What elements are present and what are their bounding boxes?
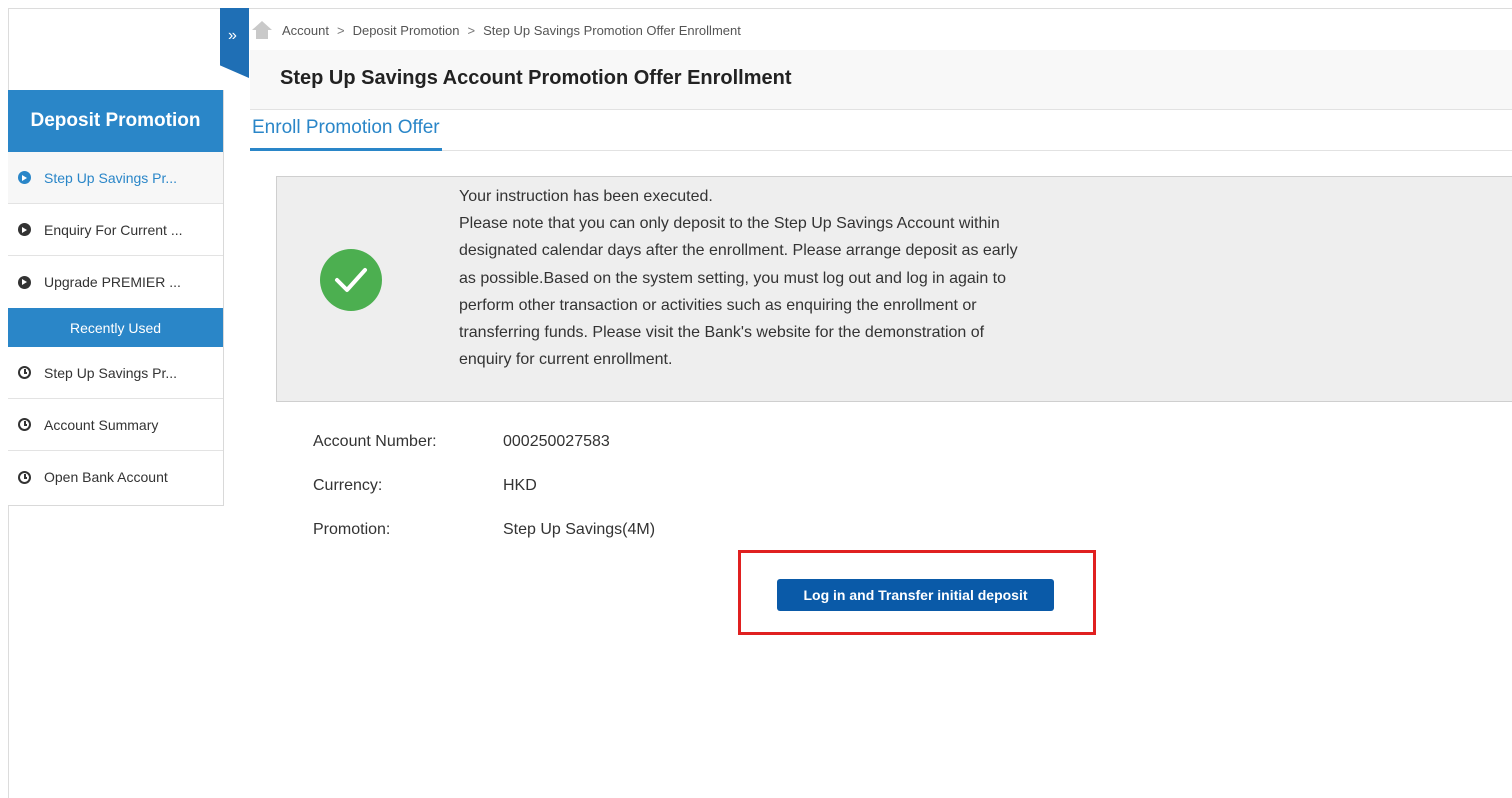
recent-item-label: Step Up Savings Pr...: [44, 364, 178, 381]
clock-icon: [18, 366, 31, 379]
sidebar-item-label: Upgrade PREMIER ...: [44, 274, 181, 290]
sidebar-item-enquiry[interactable]: Enquiry For Current ...: [8, 204, 223, 256]
enrollment-details: Account Number: 000250027583 Currency: H…: [313, 420, 655, 552]
success-message-line: as possible.Based on the system setting,…: [459, 269, 1006, 287]
play-circle-icon: [18, 275, 31, 289]
sidebar: Deposit Promotion Step Up Savings Pr... …: [8, 90, 224, 506]
success-message: Your instruction has been executed. Plea…: [459, 183, 1018, 373]
detail-row-currency: Currency: HKD: [313, 464, 655, 508]
success-message-line: Please note that you can only deposit to…: [459, 215, 1000, 233]
sidebar-item-step-up-savings[interactable]: Step Up Savings Pr...: [8, 152, 223, 204]
success-message-line: transferring funds. Please visit the Ban…: [459, 324, 985, 342]
recent-item-open-bank-account[interactable]: Open Bank Account: [8, 451, 223, 503]
detail-label: Account Number:: [313, 433, 437, 450]
recent-item-label: Account Summary: [44, 416, 159, 433]
play-circle-icon: [18, 223, 31, 236]
breadcrumb-item-account[interactable]: Account: [282, 23, 329, 38]
breadcrumb: Account > Deposit Promotion > Step Up Sa…: [252, 20, 741, 40]
detail-value: HKD: [503, 477, 537, 494]
breadcrumb-item-current: Step Up Savings Promotion Offer Enrollme…: [483, 22, 741, 38]
detail-label: Promotion:: [313, 521, 391, 538]
sidebar-collapse-toggle[interactable]: »: [220, 8, 249, 78]
clock-icon: [18, 418, 31, 431]
tab-bar: Enroll Promotion Offer: [250, 111, 1512, 151]
detail-row-promotion: Promotion: Step Up Savings(4M): [313, 508, 655, 552]
recent-item-step-up-savings[interactable]: Step Up Savings Pr...: [8, 347, 223, 399]
detail-value: 000250027583: [503, 433, 610, 450]
recent-item-label: Open Bank Account: [44, 469, 168, 485]
title-bar: Step Up Savings Account Promotion Offer …: [250, 50, 1512, 110]
breadcrumb-separator: >: [336, 22, 345, 38]
page-title: Step Up Savings Account Promotion Offer …: [280, 67, 792, 89]
success-message-line: designated calendar days after the enrol…: [459, 242, 1018, 260]
sidebar-item-upgrade-premier[interactable]: Upgrade PREMIER ...: [8, 256, 223, 308]
success-message-line: perform other transaction or activities …: [459, 296, 977, 314]
success-message-line: enquiry for current enrollment.: [459, 351, 673, 369]
tab-enroll-promotion-offer[interactable]: Enroll Promotion Offer: [250, 117, 442, 151]
breadcrumb-separator: >: [467, 22, 476, 38]
recently-used-header: Recently Used: [8, 308, 223, 347]
check-circle-icon: [320, 249, 382, 311]
login-transfer-deposit-button[interactable]: Log in and Transfer initial deposit: [777, 579, 1054, 611]
success-message-line: Your instruction has been executed.: [459, 188, 713, 205]
sidebar-header: Deposit Promotion: [8, 90, 223, 152]
clock-icon: [18, 470, 31, 484]
double-chevron-right-icon: »: [228, 27, 237, 44]
breadcrumb-item-deposit-promotion[interactable]: Deposit Promotion: [353, 23, 460, 38]
sidebar-item-label: Step Up Savings Pr...: [44, 169, 178, 186]
detail-value: Step Up Savings(4M): [503, 521, 656, 538]
play-circle-icon: [18, 171, 31, 184]
success-message-panel: Your instruction has been executed. Plea…: [276, 176, 1512, 402]
detail-row-account-number: Account Number: 000250027583: [313, 420, 655, 464]
home-icon[interactable]: [252, 21, 272, 39]
recent-item-account-summary[interactable]: Account Summary: [8, 399, 223, 451]
detail-label: Currency:: [313, 477, 383, 494]
sidebar-item-label: Enquiry For Current ...: [44, 221, 183, 238]
